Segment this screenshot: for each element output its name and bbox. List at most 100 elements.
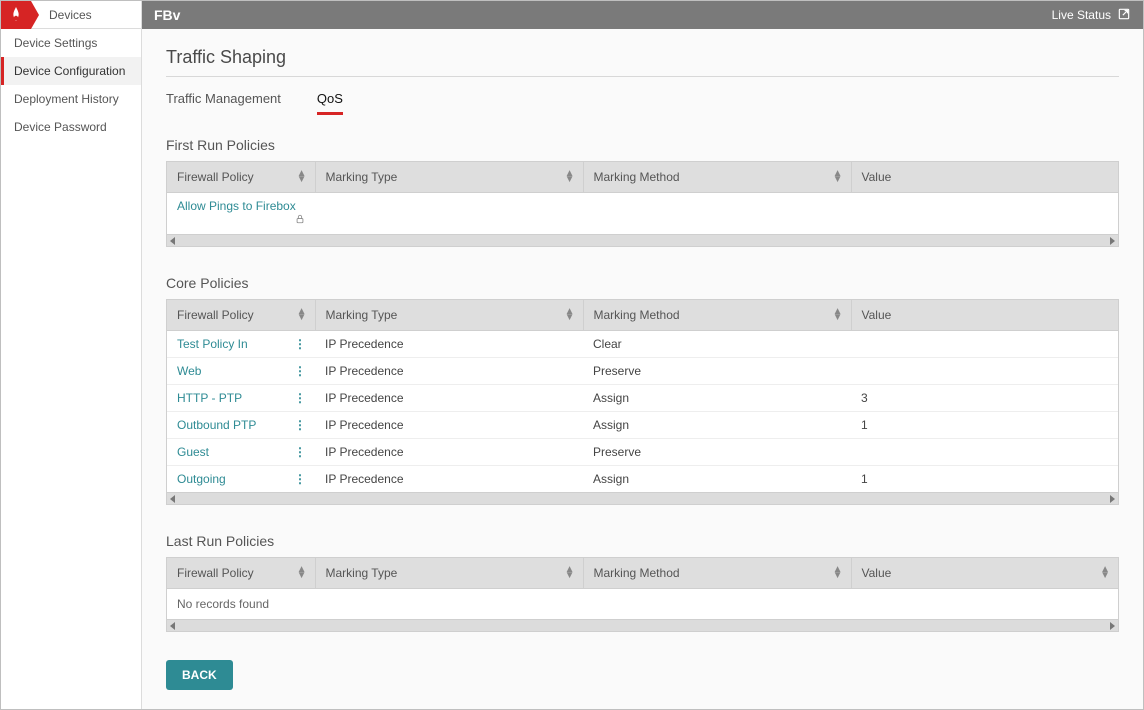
cell-marking-type: IP Precedence — [315, 385, 583, 412]
sort-icon: ▲▼ — [565, 171, 575, 183]
sort-icon: ▲▼ — [297, 567, 307, 579]
table-row: Outgoing ⋮ IP PrecedenceAssign1 — [167, 466, 1118, 493]
tab-traffic-management[interactable]: Traffic Management — [166, 91, 281, 115]
cell-marking-method: Preserve — [583, 439, 851, 466]
live-status-label: Live Status — [1052, 8, 1111, 22]
cell-marking-type: IP Precedence — [315, 331, 583, 358]
section-title-core: Core Policies — [166, 275, 1119, 291]
cell-marking-method: Clear — [583, 331, 851, 358]
column-header-firewall-policy[interactable]: Firewall Policy ▲▼ — [167, 300, 315, 331]
row-menu-icon[interactable]: ⋮ — [294, 472, 305, 486]
section-first-run: First Run Policies Firewall Policy ▲▼ Mar… — [166, 137, 1119, 247]
empty-message: No records found — [167, 589, 1118, 619]
column-header-label: Firewall Policy — [177, 308, 254, 322]
column-header-label: Value — [862, 566, 892, 580]
sort-icon: ▲▼ — [833, 309, 843, 321]
row-menu-icon[interactable]: ⋮ — [294, 418, 305, 432]
policy-link[interactable]: Outbound PTP — [177, 418, 256, 432]
sidebar-item-device-password[interactable]: Device Password — [1, 113, 141, 141]
column-header-value[interactable]: Value — [851, 300, 1118, 331]
table-core: Firewall Policy▲▼ Marking Type▲▼ Marking… — [166, 299, 1119, 505]
cell-marking-method: Assign — [583, 385, 851, 412]
horizontal-scrollbar[interactable] — [167, 619, 1118, 631]
row-menu-icon[interactable]: ⋮ — [294, 445, 305, 459]
policy-link[interactable]: Guest — [177, 445, 209, 459]
column-header-marking-method[interactable]: Marking Method ▲▼ — [583, 162, 851, 193]
page-title: Traffic Shaping — [166, 47, 1119, 77]
table-row: Outbound PTP ⋮ IP PrecedenceAssign1 — [167, 412, 1118, 439]
column-header-marking-method[interactable]: Marking Method ▲▼ — [583, 300, 851, 331]
column-header-firewall-policy[interactable]: Firewall Policy ▲▼ — [167, 558, 315, 589]
column-header-value[interactable]: Value — [851, 162, 1118, 193]
column-header-label: Marking Type — [326, 170, 398, 184]
live-status-button[interactable]: Live Status — [1052, 7, 1131, 24]
column-header-label: Marking Type — [326, 566, 398, 580]
sort-icon: ▲▼ — [833, 567, 843, 579]
device-title: FBv — [154, 7, 1052, 23]
row-menu-icon[interactable]: ⋮ — [294, 364, 305, 378]
policy-link[interactable]: Web — [177, 364, 201, 378]
sidebar-header: Devices — [1, 1, 141, 29]
sidebar-item-device-configuration[interactable]: Device Configuration — [1, 57, 141, 85]
policy-link[interactable]: HTTP - PTP — [177, 391, 242, 405]
cell-marking-method: Assign — [583, 466, 851, 493]
sort-icon: ▲▼ — [297, 309, 307, 321]
cell-marking-method: Preserve — [583, 358, 851, 385]
cell-value — [851, 331, 1118, 358]
cell-marking-type — [315, 193, 583, 235]
column-header-marking-method[interactable]: Marking Method ▲▼ — [583, 558, 851, 589]
column-header-firewall-policy[interactable]: Firewall Policy ▲▼ — [167, 162, 315, 193]
column-header-label: Value — [862, 170, 892, 184]
column-header-label: Marking Type — [326, 308, 398, 322]
table-first-run: Firewall Policy ▲▼ Marking Type ▲▼ Marking… — [166, 161, 1119, 247]
column-header-value[interactable]: Value▲▼ — [851, 558, 1118, 589]
table-row: Allow Pings to Firebox — [167, 193, 1118, 235]
main: FBv Live Status Traffic Shaping Traffic … — [142, 1, 1143, 709]
column-header-marking-type[interactable]: Marking Type ▲▼ — [315, 162, 583, 193]
tab-qos[interactable]: QoS — [317, 91, 343, 115]
column-header-label: Firewall Policy — [177, 170, 254, 184]
section-title-first-run: First Run Policies — [166, 137, 1119, 153]
sidebar-header-label: Devices — [49, 8, 92, 22]
row-menu-icon[interactable]: ⋮ — [294, 391, 305, 405]
horizontal-scrollbar[interactable] — [167, 492, 1118, 504]
external-link-icon — [1117, 7, 1131, 24]
sort-icon: ▲▼ — [297, 171, 307, 183]
cell-marking-method — [583, 193, 851, 235]
column-header-label: Marking Method — [594, 308, 680, 322]
cell-value — [851, 439, 1118, 466]
sort-icon: ▲▼ — [833, 171, 843, 183]
cell-value: 1 — [851, 412, 1118, 439]
table-row: Web ⋮ IP PrecedencePreserve — [167, 358, 1118, 385]
sidebar-item-device-settings[interactable]: Device Settings — [1, 29, 141, 57]
topbar: FBv Live Status — [142, 1, 1143, 29]
policy-link[interactable]: Test Policy In — [177, 337, 248, 351]
horizontal-scrollbar[interactable] — [167, 234, 1118, 246]
column-header-label: Firewall Policy — [177, 566, 254, 580]
section-core: Core Policies Firewall Policy ▲▼ Marking … — [166, 275, 1119, 505]
policy-link[interactable]: Outgoing — [177, 472, 226, 486]
row-menu-icon[interactable]: ⋮ — [294, 337, 305, 351]
sidebar-item-deployment-history[interactable]: Deployment History — [1, 85, 141, 113]
policy-link[interactable]: Allow Pings to Firebox — [177, 199, 296, 213]
tabs: Traffic Management QoS — [166, 91, 1119, 115]
brand-flame-icon — [1, 1, 39, 29]
sidebar-list: Device Settings Device Configuration Dep… — [1, 29, 141, 141]
content: Traffic Shaping Traffic Management QoS F… — [142, 29, 1143, 709]
cell-marking-method: Assign — [583, 412, 851, 439]
cell-marking-type: IP Precedence — [315, 412, 583, 439]
sort-icon: ▲▼ — [565, 567, 575, 579]
cell-marking-type: IP Precedence — [315, 466, 583, 493]
cell-value: 1 — [851, 466, 1118, 493]
cell-value — [851, 358, 1118, 385]
table-last-run: Firewall Policy ▲▼ Marking Type ▲▼ Marking… — [166, 557, 1119, 632]
back-button[interactable]: BACK — [166, 660, 233, 690]
cell-marking-type: IP Precedence — [315, 358, 583, 385]
column-header-label: Marking Method — [594, 566, 680, 580]
cell-marking-type: IP Precedence — [315, 439, 583, 466]
column-header-label: Marking Method — [594, 170, 680, 184]
column-header-marking-type[interactable]: Marking Type▲▼ — [315, 300, 583, 331]
section-last-run: Last Run Policies Firewall Policy▲▼ Mark… — [166, 533, 1119, 632]
table-row: Test Policy In ⋮ IP PrecedenceClear — [167, 331, 1118, 358]
column-header-marking-type[interactable]: Marking Type ▲▼ — [315, 558, 583, 589]
